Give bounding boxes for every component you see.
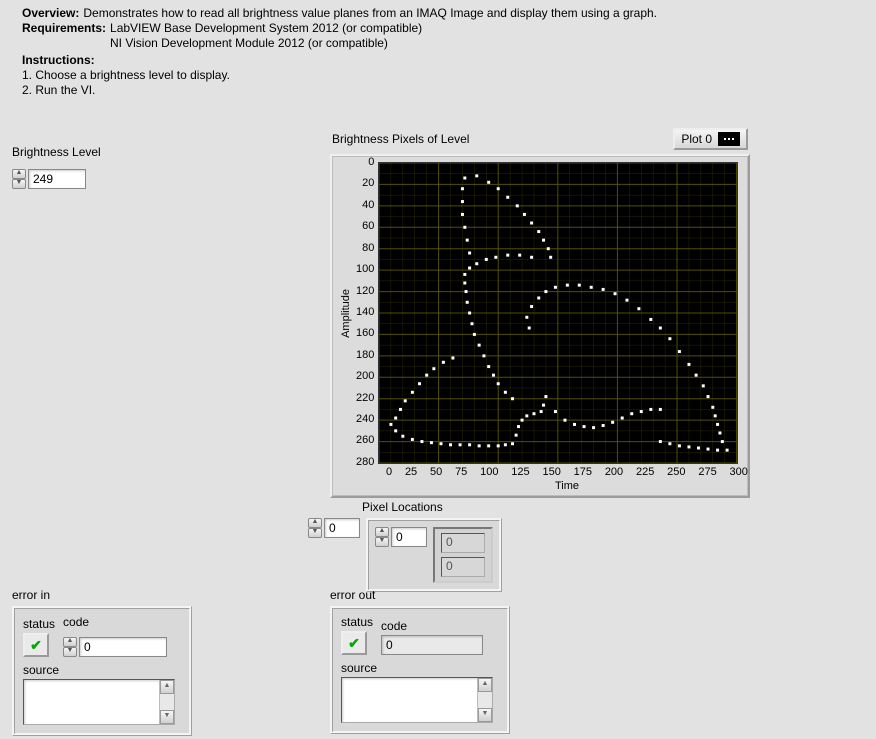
chart-panel: Amplitude 020406080100120140160180200220… [330,154,750,498]
error-in-status-label: status [23,617,55,631]
error-out-source-box: ▲ ▼ [341,677,493,723]
instructions-line2: 2. Run the VI. [22,83,657,98]
chart-legend-swatch [718,132,740,146]
brightness-level-input[interactable] [28,169,86,189]
brightness-level-stepper[interactable]: ▲ ▼ [12,169,86,189]
error-out-source-scrollbar[interactable]: ▲ ▼ [477,678,492,722]
x-tick: 150 [542,466,560,478]
error-out-cluster: status ✔ code source ▲ ▼ [330,606,510,734]
scroll-up-icon[interactable]: ▲ [160,680,174,694]
y-axis-ticks: 020406080100120140160180200220240260280 [356,162,378,462]
check-icon: ✔ [30,637,42,654]
x-axis-label: Time [386,480,748,492]
overview-label: Overview: [22,6,79,21]
pixel-locations-outer-index-stepper[interactable]: ▲ ▼ [308,518,360,538]
error-in-source-scrollbar[interactable]: ▲ ▼ [159,680,174,724]
x-tick: 175 [574,466,592,478]
error-out-status-led: ✔ [341,631,367,655]
chart-legend[interactable]: Plot 0 [673,128,748,150]
chart-group: Brightness Pixels of Level Plot 0 Amplit… [330,128,750,498]
pixel-locations-values-cluster: 0 0 [433,527,493,583]
error-out-group: error out status ✔ code source ▲ [330,588,510,734]
requirements-line1: LabVIEW Base Development System 2012 (or… [110,21,422,36]
error-in-code-label: code [63,615,167,629]
error-in-status-led[interactable]: ✔ [23,633,49,657]
instructions-label: Instructions: [22,53,95,68]
chart-legend-label: Plot 0 [681,132,712,146]
x-tick: 75 [455,466,467,478]
error-in-source-label: source [23,663,181,677]
x-tick: 100 [480,466,498,478]
x-tick: 25 [405,466,417,478]
x-tick: 200 [605,466,623,478]
x-tick: 300 [730,466,748,478]
y-axis-label: Amplitude [340,289,352,338]
x-tick: 250 [667,466,685,478]
error-out-title: error out [330,588,510,602]
overview-text: Demonstrates how to read all brightness … [83,6,657,21]
instructions-line1: 1. Choose a brightness level to display. [22,68,657,83]
error-in-code-down-arrow[interactable]: ▼ [63,647,77,657]
error-out-status-label: status [341,615,373,629]
error-out-code-indicator [381,635,483,655]
chart-plot-area[interactable] [378,162,738,464]
pixel-location-value-b: 0 [441,557,485,577]
brightness-level-down-arrow[interactable]: ▼ [12,179,26,189]
error-in-title: error in [12,588,192,602]
x-tick: 225 [636,466,654,478]
header-block: Overview: Demonstrates how to read all b… [22,6,657,98]
requirements-label: Requirements: [22,21,106,36]
scroll-down-icon[interactable]: ▼ [160,710,174,724]
error-out-code-label: code [381,619,483,633]
outer-index-up-arrow[interactable]: ▲ [308,518,322,528]
x-tick: 0 [386,466,392,478]
error-in-group: error in status ✔ code ▲ ▼ so [12,588,192,736]
error-out-code-value [381,635,483,655]
outer-index-down-arrow[interactable]: ▼ [308,528,322,538]
x-tick: 125 [511,466,529,478]
pixel-locations-group: Pixel Locations ▲ ▼ ▲ ▼ 0 0 [308,500,502,592]
error-in-code-stepper[interactable]: ▲ ▼ [63,637,167,657]
brightness-level-label: Brightness Level [12,145,101,159]
scroll-down-icon[interactable]: ▼ [478,708,492,722]
pixel-locations-label: Pixel Locations [362,500,502,514]
brightness-level-up-arrow[interactable]: ▲ [12,169,26,179]
error-in-cluster: status ✔ code ▲ ▼ source [12,606,192,736]
x-tick: 275 [698,466,716,478]
x-axis-ticks: 0 25 50 75 100 125 150 175 200 225 250 275 300 [386,466,748,478]
scroll-up-icon[interactable]: ▲ [478,678,492,692]
requirements-line2: NI Vision Development Module 2012 (or co… [110,36,388,51]
pixel-locations-inner-index-stepper[interactable]: ▲ ▼ [375,527,427,547]
pixel-locations-inner-index-input[interactable] [391,527,427,547]
check-icon: ✔ [348,635,360,652]
error-in-code-input[interactable] [79,637,167,657]
pixel-location-value-a: 0 [441,533,485,553]
x-tick: 50 [430,466,442,478]
pixel-locations-outer-index-input[interactable] [324,518,360,538]
inner-index-up-arrow[interactable]: ▲ [375,527,389,537]
pixel-locations-cluster: ▲ ▼ 0 0 [366,518,502,592]
brightness-level-control: Brightness Level ▲ ▼ [12,145,101,189]
chart-title: Brightness Pixels of Level [332,132,469,146]
error-in-source-box[interactable]: ▲ ▼ [23,679,175,725]
error-in-code-up-arrow[interactable]: ▲ [63,637,77,647]
error-out-source-label: source [341,661,499,675]
inner-index-down-arrow[interactable]: ▼ [375,537,389,547]
